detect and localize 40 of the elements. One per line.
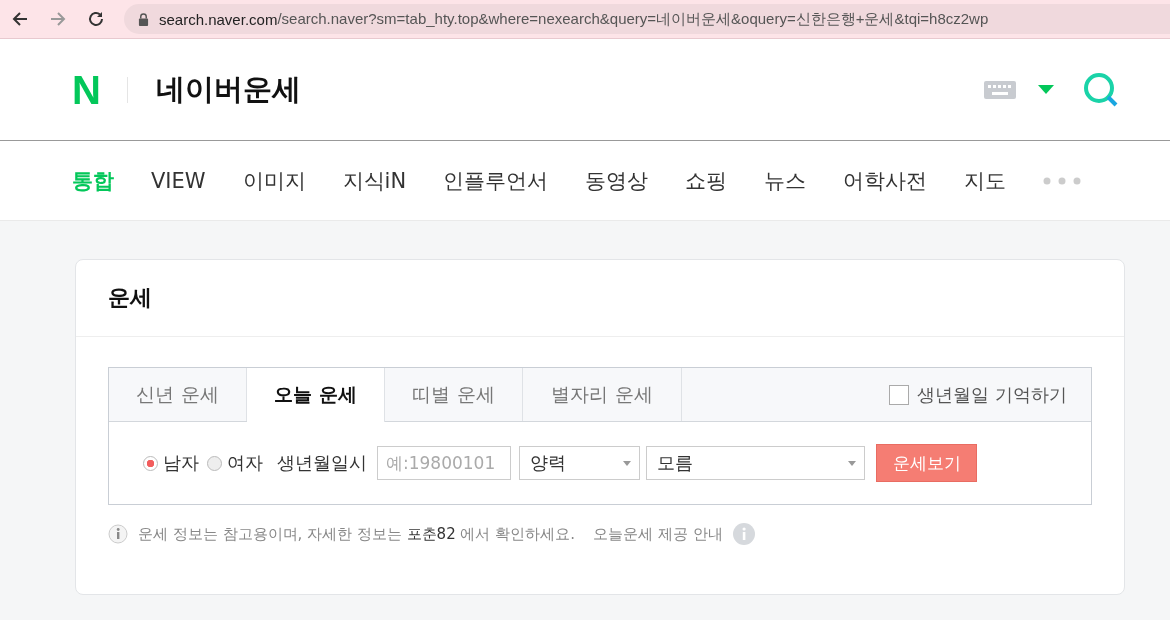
address-bar[interactable]: search.naver.com/search.naver?sm=tab_hty.top&where=nexearch&query=네이버운세&oquery=신한은행+운세&tqi=h8cz2wp (124, 4, 1170, 34)
fortune-tab[interactable]: 오늘 운세 (247, 368, 385, 422)
url-host: search.naver.com (159, 10, 278, 28)
url-path: /search.naver?sm=tab_hty.top&where=nexearch&query=네이버운세&oquery=신한은행+운세&tqi=h8cz2wp (277, 9, 989, 29)
nav-tab[interactable]: VIEW (151, 168, 206, 193)
nav-tab[interactable]: 지도 (964, 166, 1007, 195)
checkbox-label[interactable]: 생년월일 기억하기 (917, 382, 1067, 407)
keyboard-icon[interactable] (984, 80, 1016, 99)
info-icon[interactable] (732, 523, 755, 545)
nav-tab[interactable]: 지식iN (342, 166, 407, 195)
info-icon (108, 524, 128, 544)
radio-label[interactable]: 남자 (163, 451, 199, 475)
provider-link[interactable]: 포춘82 (406, 524, 456, 543)
lock-icon (138, 12, 149, 26)
nav-tab[interactable]: 어학사전 (843, 166, 928, 195)
card-title: 운세 (76, 260, 1124, 337)
nav-tab[interactable]: 동영상 (585, 166, 649, 195)
page-title[interactable]: 네이버운세 (155, 69, 301, 110)
fortune-tab[interactable]: 별자리 운세 (523, 368, 682, 421)
checkbox[interactable] (889, 384, 910, 405)
caret-icon (623, 460, 631, 466)
more-dots-icon[interactable] (1043, 176, 1082, 185)
radio-button[interactable] (143, 455, 158, 471)
radio-label[interactable]: 여자 (227, 451, 263, 475)
nav-tab[interactable]: 인플루언서 (443, 166, 549, 195)
time-dropdown[interactable]: 모름 (646, 446, 865, 480)
caret-icon (848, 460, 856, 466)
nav-tab[interactable]: 뉴스 (764, 166, 807, 195)
notice-text: 운세 정보는 참고용이며, 자세한 정보는 포춘82 에서 확인하세요. (138, 524, 575, 544)
birth-label: 생년월일시 (277, 451, 367, 475)
birth-date-field[interactable]: 예:19800101 (377, 446, 511, 480)
caret-icon[interactable] (1038, 85, 1054, 94)
radio-button[interactable] (207, 455, 222, 471)
fortune-tab[interactable]: 띠별 운세 (385, 368, 523, 421)
search-icon[interactable] (1082, 70, 1120, 109)
guide-link[interactable]: 오늘운세 제공 안내 (593, 524, 723, 544)
reload-icon[interactable] (86, 9, 106, 29)
calendar-dropdown[interactable]: 양력 (519, 446, 640, 480)
nav-tab[interactable]: 쇼핑 (685, 166, 728, 195)
nav-tab[interactable]: 이미지 (242, 166, 306, 195)
